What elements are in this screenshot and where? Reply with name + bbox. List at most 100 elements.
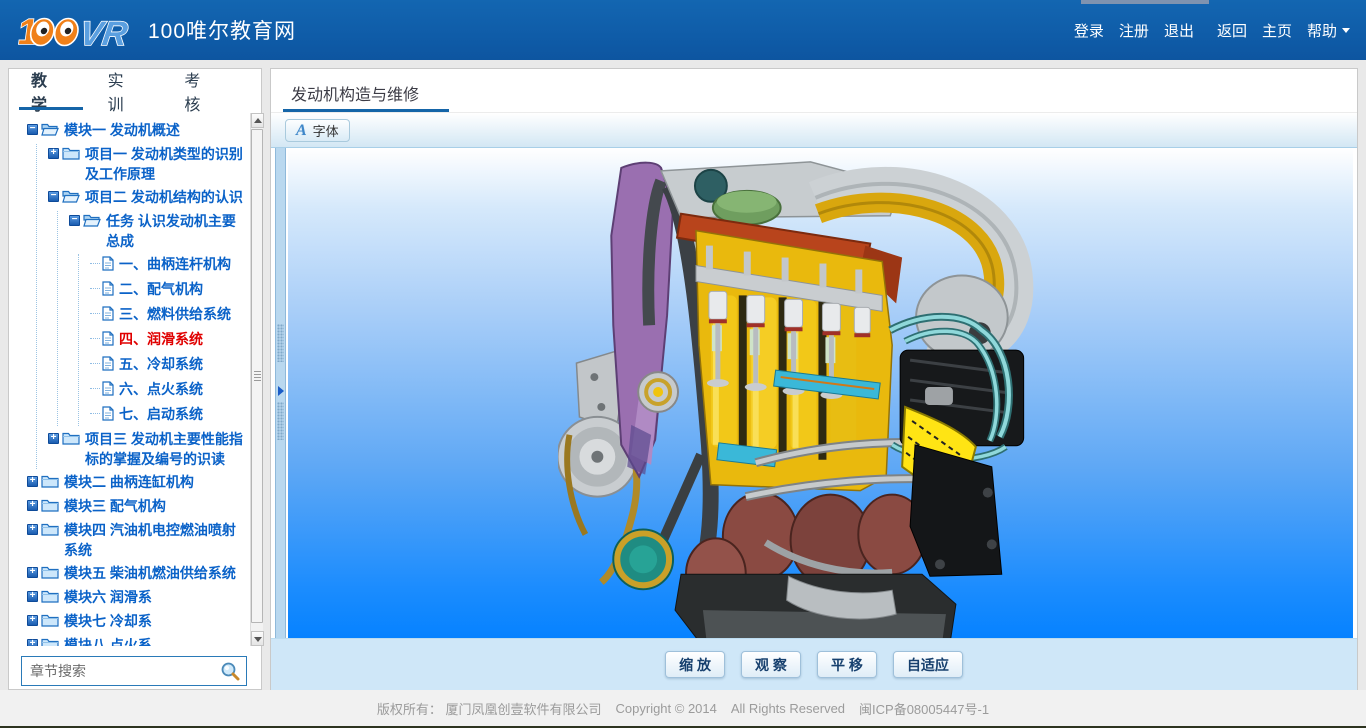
chapter-tree: −模块一 发动机概述+项目一 发动机类型的识别及工作原理−项目二 发动机结构的认… — [9, 113, 249, 646]
tree-item-label: 模块二 曲柄连缸机构 — [64, 472, 194, 492]
splitter-dots — [277, 402, 284, 440]
search-icon[interactable] — [220, 661, 241, 682]
observe-button[interactable]: 观 察 — [741, 651, 801, 678]
font-button[interactable]: A 字体 — [285, 119, 350, 142]
folder-closed-icon-wrap — [62, 431, 80, 450]
tree-item-label: 模块一 发动机概述 — [64, 120, 180, 140]
folder-open-icon — [62, 189, 80, 203]
tree-item[interactable]: + 模块二 曲柄连缸机构 — [27, 472, 249, 493]
tree-item-label: 项目二 发动机结构的认识 — [85, 187, 243, 207]
search-input[interactable] — [22, 657, 212, 685]
tree-item[interactable]: +项目一 发动机类型的识别及工作原理 — [48, 144, 249, 184]
fit-button[interactable]: 自适应 — [893, 651, 963, 678]
splitter-arrow-icon[interactable] — [278, 386, 284, 396]
folder-closed-icon — [62, 146, 80, 160]
tree-connector — [90, 388, 100, 389]
top-right-strip — [1081, 0, 1209, 4]
folder-closed-icon — [41, 589, 59, 603]
document-icon — [102, 306, 114, 321]
document-icon-wrap — [102, 356, 114, 376]
content-tab-underline — [283, 109, 449, 112]
tree-item[interactable]: − 模块一 发动机概述 — [27, 120, 249, 141]
expand-plus-icon[interactable]: + — [27, 524, 38, 535]
tree-item[interactable]: + 模块四 汽油机电控燃油喷射系统 — [27, 520, 249, 560]
tree-item[interactable]: + 模块五 柴油机燃油供给系统 — [27, 563, 249, 584]
expand-plus-icon[interactable]: + — [27, 476, 38, 487]
document-icon-wrap — [102, 281, 114, 301]
footer-text: 闽ICP备08005447号-1 — [859, 699, 989, 718]
expand-plus-icon[interactable]: + — [27, 615, 38, 626]
nav-link-logout[interactable]: 退出 — [1164, 20, 1194, 41]
document-icon-wrap — [102, 331, 114, 351]
folder-open-icon-wrap — [62, 189, 80, 208]
tree-item[interactable]: 四、润滑系统 — [90, 329, 249, 351]
tree-item[interactable]: − 项目二 发动机结构的认识 — [48, 187, 249, 208]
nav-link-back[interactable]: 返回 — [1217, 20, 1247, 41]
tree-connector — [90, 263, 100, 264]
expand-plus-icon[interactable]: + — [27, 591, 38, 602]
expand-plus-icon[interactable]: + — [27, 500, 38, 511]
tree-item[interactable]: + 模块七 冷却系 — [27, 611, 249, 632]
tree-item-label: 模块三 配气机构 — [64, 496, 166, 516]
zoom-button[interactable]: 缩 放 — [665, 651, 725, 678]
site-logo[interactable]: 1 VR — [12, 6, 138, 54]
folder-closed-icon — [62, 431, 80, 445]
tree-item[interactable]: 五、冷却系统 — [90, 354, 249, 376]
folder-open-icon — [83, 213, 101, 227]
scroll-up-button[interactable] — [251, 113, 264, 128]
collapse-minus-icon[interactable]: − — [27, 124, 38, 135]
content-tabrow: 发动机构造与维修 — [271, 69, 1357, 113]
chevron-down-icon — [1342, 28, 1350, 33]
collapse-minus-icon[interactable]: − — [48, 191, 59, 202]
tree-item[interactable]: − 任务 认识发动机主要总成 — [69, 211, 249, 251]
scroll-thumb[interactable] — [251, 129, 263, 623]
tree: −模块一 发动机概述+项目一 发动机类型的识别及工作原理−项目二 发动机结构的认… — [19, 120, 249, 646]
viewer-3d[interactable] — [288, 148, 1353, 638]
content-tab-title[interactable]: 发动机构造与维修 — [291, 81, 419, 105]
tree-item-label: 模块六 润滑系 — [64, 587, 152, 607]
expand-plus-icon[interactable]: + — [27, 639, 38, 646]
footer-text: All Rights Reserved — [731, 701, 845, 716]
folder-closed-icon-wrap — [62, 146, 80, 165]
collapse-minus-icon[interactable]: − — [69, 215, 80, 226]
tree-item[interactable]: + 模块三 配气机构 — [27, 496, 249, 517]
tree-connector — [90, 288, 100, 289]
expand-plus-icon[interactable]: + — [27, 567, 38, 578]
expand-plus-icon[interactable]: + — [48, 433, 59, 444]
tree-item[interactable]: 七、启动系统 — [90, 404, 249, 426]
tree-item[interactable]: +模块八 点火系 — [27, 635, 249, 646]
nav-link-home[interactable]: 主页 — [1262, 20, 1292, 41]
nav-link-help[interactable]: 帮助 — [1307, 20, 1350, 41]
engine-3d-model[interactable] — [558, 148, 1063, 638]
tree-scrollbar[interactable] — [250, 113, 263, 646]
tree-item[interactable]: + 模块六 润滑系 — [27, 587, 249, 608]
sidebar-collapse-splitter[interactable] — [275, 148, 286, 638]
tree-connector — [90, 338, 100, 339]
tree-item-label: 模块七 冷却系 — [64, 611, 152, 631]
tree-item[interactable]: 三、燃料供给系统 — [90, 304, 249, 326]
tree-item-label: 模块五 柴油机燃油供给系统 — [64, 563, 236, 583]
tree-item[interactable]: 二、配气机构 — [90, 279, 249, 301]
expand-plus-icon[interactable]: + — [48, 148, 59, 159]
pan-button[interactable]: 平 移 — [817, 651, 877, 678]
tree-item-label: 任务 认识发动机主要总成 — [106, 211, 249, 251]
tree-item[interactable]: +项目三 发动机主要性能指标的掌握及编号的识读 — [48, 429, 249, 469]
tab-assessment[interactable]: 考 核 — [184, 67, 233, 115]
folder-closed-icon — [41, 498, 59, 512]
splitter-dots — [277, 324, 284, 362]
document-icon-wrap — [102, 381, 114, 401]
folder-closed-icon-wrap — [41, 613, 59, 632]
folder-closed-icon-wrap — [41, 565, 59, 584]
tab-training[interactable]: 实 训 — [108, 67, 157, 115]
header-nav: 登录注册退出 返回主页帮助 — [1074, 20, 1350, 41]
tree-item-label: 模块四 汽油机电控燃油喷射系统 — [64, 520, 249, 560]
tree-item-label: 四、润滑系统 — [119, 329, 203, 349]
nav-link-register[interactable]: 注册 — [1119, 20, 1149, 41]
tree-item[interactable]: 六、点火系统 — [90, 379, 249, 401]
footer: 版权所有： 厦门凤凰创壹软件有限公司Copyright © 2014All Ri… — [0, 690, 1366, 726]
nav-link-login[interactable]: 登录 — [1074, 20, 1104, 41]
tree-connector — [90, 413, 100, 414]
scroll-down-button[interactable] — [251, 631, 264, 646]
tree-item[interactable]: 一、曲柄连杆机构 — [90, 254, 249, 276]
main-panel: 发动机构造与维修 A 字体 — [270, 68, 1358, 690]
